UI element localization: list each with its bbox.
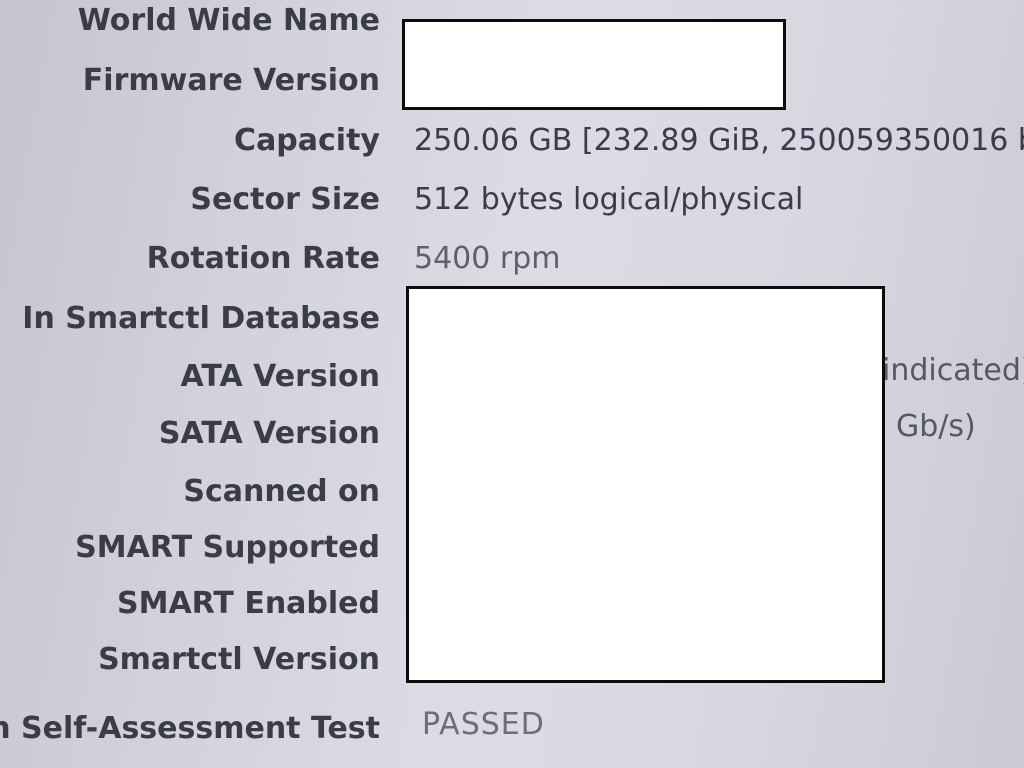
smartctl-version-label: Smartctl Version: [98, 642, 380, 677]
capacity-value: 250.06 GB [232.89 GiB, 250059350016 b: [414, 123, 1024, 158]
redaction-box-top: [402, 19, 786, 110]
self-assessment-result: PASSED: [422, 707, 545, 742]
sata-version-label: SATA Version: [158, 416, 380, 451]
self-assessment-test-label: th Self-Assessment Test: [0, 711, 380, 746]
redaction-box-main: [406, 286, 885, 683]
sector-size-label: Sector Size: [190, 182, 380, 217]
firmware-version-label: Firmware Version: [82, 63, 380, 98]
smart-enabled-label: SMART Enabled: [116, 586, 380, 621]
ata-version-label: ATA Version: [180, 359, 380, 394]
in-smartctl-database-label: In Smartctl Database: [22, 301, 380, 336]
smart-info-panel: World Wide Name Firmware Version Capacit…: [0, 0, 1024, 768]
smart-supported-label: SMART Supported: [75, 530, 380, 565]
scanned-on-label: Scanned on: [183, 474, 380, 509]
rotation-rate-label: Rotation Rate: [146, 241, 380, 276]
sata-version-value: Gb/s): [896, 409, 976, 444]
capacity-label: Capacity: [234, 123, 380, 158]
world-wide-name-label: World Wide Name: [77, 3, 380, 38]
rotation-rate-value: 5400 rpm: [414, 241, 561, 276]
ata-version-value: indicated): [882, 353, 1024, 388]
sector-size-value: 512 bytes logical/physical: [414, 182, 804, 217]
